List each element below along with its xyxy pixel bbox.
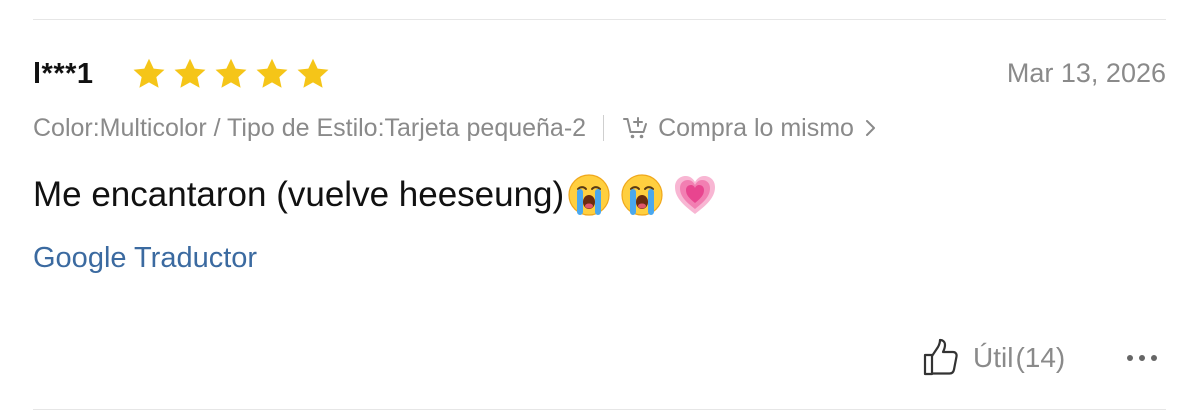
loudly-crying-face-icon — [568, 174, 610, 216]
review-text: Me encantaron (vuelve heeseung) — [33, 175, 565, 214]
review-header: l***1 Mar 13, 2026 — [33, 52, 1166, 96]
cart-plus-icon — [623, 117, 648, 139]
chevron-right-icon[interactable] — [863, 119, 877, 137]
reviewer-name: l***1 — [33, 58, 94, 90]
review-date: Mar 13, 2026 — [1006, 58, 1166, 88]
divider-top — [33, 19, 1166, 20]
helpful-count: (14) — [1015, 342, 1066, 373]
helpful-button[interactable]: Útil (14) — [921, 338, 1065, 378]
star-icon — [215, 58, 247, 88]
translate-link[interactable]: Google Traductor — [33, 242, 257, 275]
helpful-label: Útil — [973, 342, 1014, 373]
star-icon — [297, 58, 329, 88]
more-dots-icon[interactable] — [1124, 346, 1160, 370]
star-rating — [131, 56, 331, 92]
buy-same-button[interactable]: Compra lo mismo — [658, 114, 854, 143]
star-icon — [174, 58, 206, 88]
divider-bottom — [33, 409, 1166, 410]
loudly-crying-face-icon — [621, 174, 663, 216]
growing-heart-icon — [675, 176, 716, 214]
star-icon — [133, 58, 165, 88]
thumbs-up-icon[interactable] — [921, 338, 961, 378]
variant-separator — [603, 115, 605, 141]
review-body: Me encantaron (vuelve heeseung) — [33, 172, 718, 218]
variant-row: Color:Multicolor / Tipo de Estilo:Tarjet… — [33, 110, 877, 146]
variant-info: Color:Multicolor / Tipo de Estilo:Tarjet… — [33, 113, 587, 142]
star-icon — [256, 58, 288, 88]
